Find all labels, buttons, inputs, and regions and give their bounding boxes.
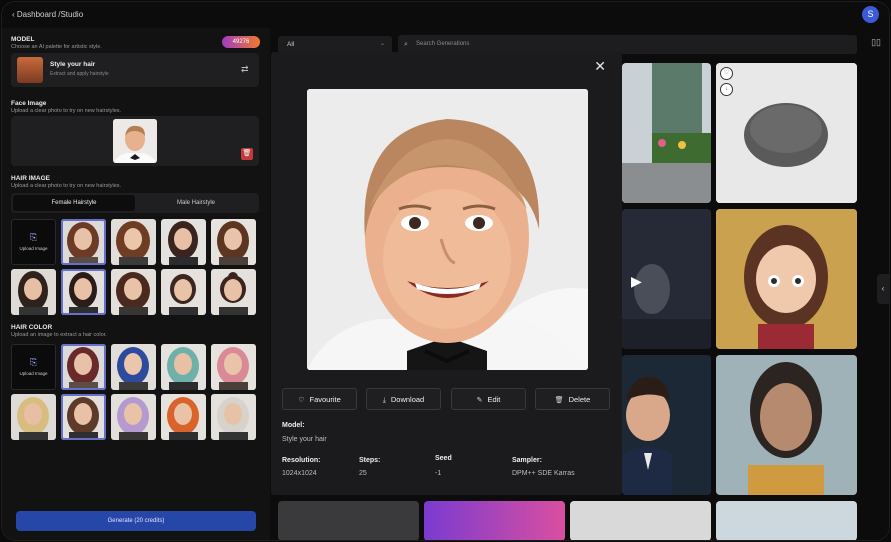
gallery-tile[interactable]: ♡ ↓ — [716, 63, 857, 203]
search-placeholder: Search Generations — [416, 41, 470, 47]
upload-icon: ⎘ — [30, 232, 38, 242]
generated-image — [307, 89, 588, 370]
upload-hairstyle-label: Upload Image — [19, 246, 48, 251]
resolution-label: Resolution: — [282, 457, 321, 464]
edit-button[interactable]: ✎ Edit — [451, 388, 526, 410]
hair-color-subtitle: Upload an image to extract a hair color. — [11, 332, 107, 338]
upload-hair-color-button[interactable]: ⎘ Upload Image — [11, 344, 56, 390]
edit-label: Edit — [487, 395, 501, 404]
download-label: Download — [390, 395, 425, 404]
hair-image-title: HAIR IMAGE — [11, 175, 50, 182]
hairstyle-option[interactable] — [11, 269, 56, 315]
hairstyle-option[interactable] — [211, 219, 256, 265]
seed-value: -1 — [435, 470, 442, 477]
model-subtitle: Choose an AI palette for artistic style. — [11, 44, 102, 50]
model-thumbnail — [17, 57, 43, 83]
chevron-down-icon: ⌄ — [379, 41, 385, 47]
sampler-value: DPM++ SDE Karras — [512, 470, 575, 477]
model-title: MODEL — [11, 36, 35, 43]
favourite-button[interactable]: ♡ Favourite — [282, 388, 357, 410]
face-image-thumbnail — [113, 119, 157, 163]
model-value: Style your hair — [282, 436, 327, 443]
sidebar: MODEL Choose an AI palette for artistic … — [2, 28, 270, 540]
hairstyle-tabs: Female Hairstyle Male Hairstyle — [11, 193, 259, 213]
face-image-box[interactable]: 🗑 — [11, 116, 259, 166]
gallery-tile[interactable] — [716, 501, 857, 540]
gallery-tile[interactable]: ▶ — [622, 209, 711, 349]
hair-color-grid: ⎘ Upload Image — [11, 344, 261, 442]
hairstyle-option[interactable] — [111, 219, 156, 265]
delete-label: Delete — [568, 395, 591, 404]
sampler-label: Sampler: — [512, 457, 542, 464]
hairstyle-option[interactable] — [61, 269, 106, 315]
close-icon[interactable]: ✕ — [594, 58, 606, 75]
hair-color-option[interactable] — [11, 394, 56, 440]
filter-select[interactable]: All ⌄ — [278, 36, 392, 53]
hairstyle-option[interactable] — [161, 269, 206, 315]
face-title: Face Image — [11, 100, 47, 107]
credits-badge: 49276 — [222, 36, 260, 48]
breadcrumb[interactable]: ‹ Dashboard /Studio — [12, 10, 83, 19]
gallery-tile[interactable] — [570, 501, 711, 540]
image-detail-modal: ✕ ♡ Favourite ⤓ Download ✎ Edit 🗑 Delete… — [271, 52, 622, 495]
gallery-tile[interactable] — [622, 63, 711, 203]
model-card[interactable]: Style your hair Extract and apply hairst… — [11, 53, 259, 87]
trash-icon: 🗑 — [554, 397, 564, 404]
tab-female-hairstyle[interactable]: Female Hairstyle — [13, 195, 135, 211]
hairstyle-grid: ⎘ Upload Image — [11, 219, 261, 317]
play-icon[interactable]: ▶ — [631, 271, 651, 291]
hair-color-option[interactable] — [111, 344, 156, 390]
tab-male-hairstyle[interactable]: Male Hairstyle — [135, 195, 257, 211]
delete-face-icon[interactable]: 🗑 — [241, 148, 253, 160]
hair-color-title: HAIR COLOR — [11, 324, 53, 331]
hair-color-option[interactable] — [161, 394, 206, 440]
upload-hair-color-label: Upload Image — [19, 371, 48, 376]
hair-color-option[interactable] — [161, 344, 206, 390]
download-icon[interactable]: ↓ — [720, 83, 733, 96]
hair-color-option[interactable] — [61, 344, 106, 390]
upload-hairstyle-button[interactable]: ⎘ Upload Image — [11, 219, 56, 265]
resolution-value: 1024x1024 — [282, 470, 317, 477]
collapse-panel-button[interactable]: ‹ — [877, 274, 889, 304]
gallery-tile[interactable] — [622, 355, 711, 495]
tile-actions: ♡ ↓ — [720, 67, 733, 99]
hairstyle-option[interactable] — [211, 269, 256, 315]
upload-icon: ⎘ — [30, 357, 38, 367]
top-bar: ‹ Dashboard /Studio S — [2, 2, 889, 28]
hair-color-option[interactable] — [211, 394, 256, 440]
model-description: Extract and apply hairstyle — [50, 71, 109, 77]
gallery-tile[interactable] — [716, 355, 857, 495]
gallery-tile[interactable] — [716, 209, 857, 349]
model-label: Model: — [282, 422, 305, 429]
hair-color-option[interactable] — [61, 394, 106, 440]
filter-value: All — [287, 41, 295, 48]
hairstyle-option[interactable] — [161, 219, 206, 265]
heart-icon[interactable]: ♡ — [720, 67, 733, 80]
download-icon: ⤓ — [382, 397, 386, 404]
hairstyle-option[interactable] — [61, 219, 106, 265]
heart-icon: ♡ — [298, 397, 305, 404]
seed-label: Seed — [435, 455, 452, 462]
steps-value: 25 — [359, 470, 367, 477]
edit-icon: ✎ — [476, 397, 483, 404]
breadcrumb-text: Dashboard /Studio — [16, 10, 84, 19]
app-window: ‹ Dashboard /Studio S MODEL Choose an AI… — [1, 1, 890, 541]
generate-button[interactable]: Generate (20 credits) — [16, 511, 256, 531]
model-name: Style your hair — [50, 61, 96, 68]
hair-color-option[interactable] — [111, 394, 156, 440]
swap-icon[interactable]: ⇄ — [241, 64, 251, 74]
book-icon[interactable]: ▯▯ — [871, 37, 881, 48]
face-subtitle: Upload a clear photo to try on new hairs… — [11, 108, 122, 114]
gallery-tile[interactable] — [424, 501, 565, 540]
favourite-label: Favourite — [309, 395, 341, 404]
hair-image-subtitle: Upload a clear photo to try on new hairs… — [11, 183, 122, 189]
gallery-tile[interactable] — [278, 501, 419, 540]
hair-color-option[interactable] — [211, 344, 256, 390]
hairstyle-option[interactable] — [111, 269, 156, 315]
delete-button[interactable]: 🗑 Delete — [535, 388, 610, 410]
avatar[interactable]: S — [862, 6, 879, 23]
steps-label: Steps: — [359, 457, 381, 464]
download-button[interactable]: ⤓ Download — [366, 388, 441, 410]
